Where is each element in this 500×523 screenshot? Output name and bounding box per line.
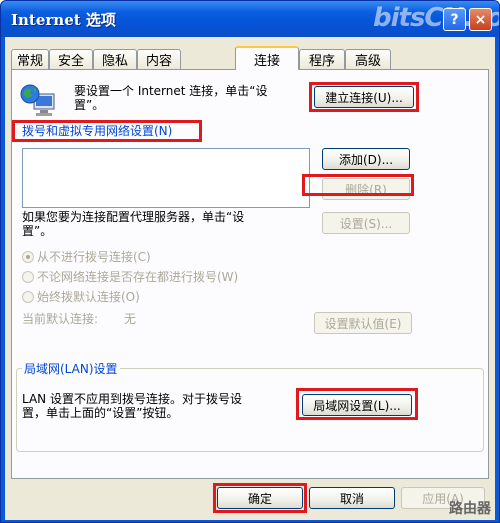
- radio-label: 始终拨默认连接(O): [37, 290, 140, 304]
- tab-advanced[interactable]: 高级: [345, 49, 391, 69]
- add-button[interactable]: 添加(D)...: [322, 148, 410, 170]
- tab-programs[interactable]: 程序: [299, 49, 345, 69]
- tab-content[interactable]: 内容: [137, 49, 181, 69]
- dialup-heading: 拨号和虚拟专用网络设置(N): [22, 124, 173, 138]
- dialog-client: 常规 安全 隐私 内容 连接 程序 高级 要设置一个 Internet 连接，单…: [5, 37, 495, 520]
- tab-security[interactable]: 安全: [49, 49, 93, 69]
- connections-panel: 要设置一个 Internet 连接，单击“设 置”。 建立连接(U)... 拨号…: [11, 69, 489, 479]
- setup-text-line2: 置”。: [74, 98, 105, 112]
- connections-list[interactable]: [22, 148, 310, 208]
- radio-always-dial-default[interactable]: 始终拨默认连接(O): [22, 288, 140, 305]
- radio-never-dial[interactable]: 从不进行拨号连接(C): [22, 248, 151, 265]
- radio-label: 不论网络连接是否存在都进行拨号(W): [37, 270, 239, 284]
- radio-dial-whenever[interactable]: 不论网络连接是否存在都进行拨号(W): [22, 268, 238, 285]
- lan-text-line1: LAN 设置不应用到拨号连接。对于拨号设: [22, 392, 242, 406]
- radio-label: 从不进行拨号连接(C): [37, 250, 151, 264]
- lan-group-title: 局域网(LAN)设置: [22, 360, 120, 377]
- tab-general[interactable]: 常规: [11, 49, 49, 69]
- window-title: Internet 选项: [11, 11, 116, 29]
- internet-options-window: Internet 选项 bitsCN.com ? × 常规 安全 隐私 内容 连…: [0, 0, 500, 523]
- tab-connections[interactable]: 连接: [235, 46, 299, 70]
- close-button[interactable]: ×: [469, 8, 492, 31]
- tab-privacy[interactable]: 隐私: [93, 49, 137, 69]
- delete-button[interactable]: 删除(R): [322, 178, 410, 200]
- radio-indicator[interactable]: [22, 270, 34, 283]
- title-bar[interactable]: Internet 选项 bitsCN.com ? ×: [1, 1, 499, 37]
- cancel-button[interactable]: 取消: [309, 487, 395, 509]
- proxy-text-line2: 置”。: [22, 224, 53, 238]
- network-connection-icon: [20, 84, 55, 116]
- brand-watermark: 路由器: [449, 501, 491, 517]
- default-connection-value: 无: [124, 312, 137, 326]
- radio-indicator[interactable]: [22, 290, 34, 303]
- radio-indicator[interactable]: [22, 250, 34, 263]
- setup-text-line1: 要设置一个 Internet 连接，单击“设: [74, 84, 268, 98]
- default-connection-label: 当前默认连接:: [22, 312, 99, 326]
- setup-connection-button[interactable]: 建立连接(U)...: [314, 86, 414, 108]
- proxy-text-line1: 如果您要为连接配置代理服务器，单击“设: [22, 210, 245, 224]
- help-button[interactable]: ?: [443, 8, 466, 31]
- lan-text-line2: 置，单击上面的“设置”按钮。: [22, 406, 179, 420]
- settings-button[interactable]: 设置(S)...: [322, 212, 410, 234]
- lan-settings-button[interactable]: 局域网设置(L)...: [302, 394, 412, 416]
- ok-button[interactable]: 确定: [217, 487, 303, 509]
- set-default-button[interactable]: 设置默认值(E): [314, 312, 412, 334]
